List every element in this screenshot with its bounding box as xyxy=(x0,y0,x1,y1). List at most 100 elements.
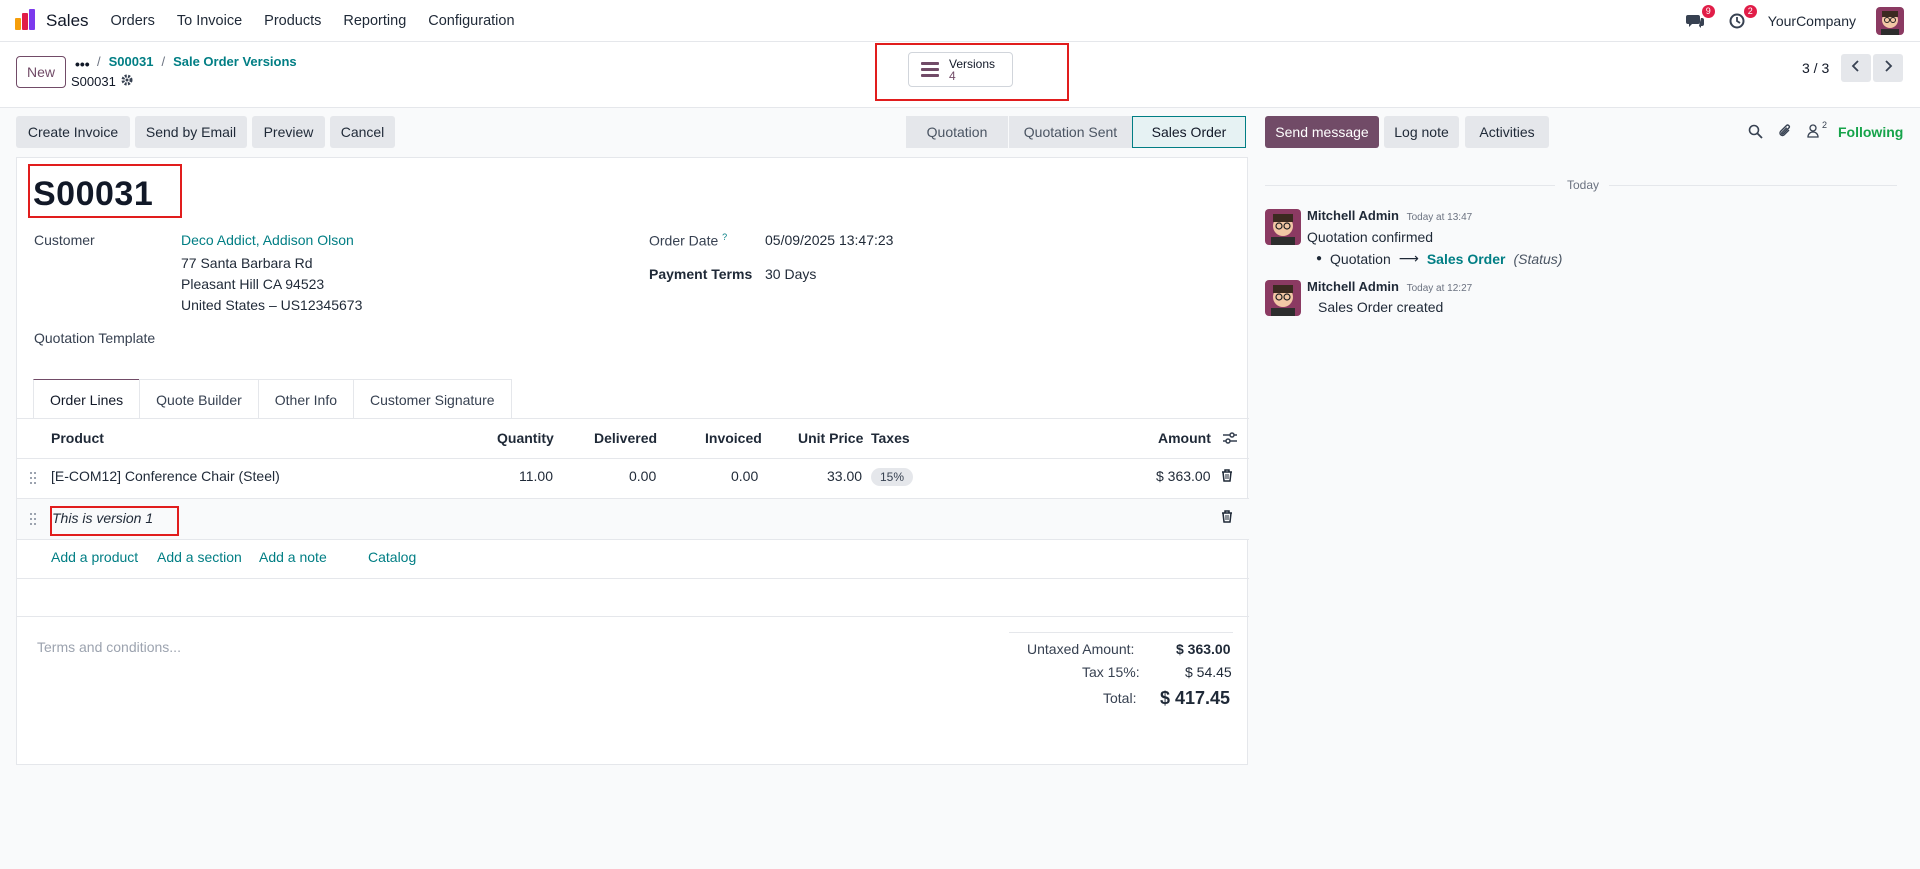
customer-link[interactable]: Deco Addict, Addison Olson xyxy=(181,232,354,248)
create-invoice-button[interactable]: Create Invoice xyxy=(16,116,130,148)
breadcrumb-dots[interactable]: ••• xyxy=(75,56,90,72)
tax-tag[interactable]: 15% xyxy=(871,468,914,486)
author-avatar[interactable] xyxy=(1265,280,1301,316)
versions-label: Versions xyxy=(949,56,996,71)
help-tooltip-icon[interactable]: ? xyxy=(722,232,727,242)
line-unit-price[interactable]: 33.00 xyxy=(827,468,862,484)
column-amount[interactable]: Amount xyxy=(1158,430,1211,446)
column-product[interactable]: Product xyxy=(51,430,104,446)
drag-handle-icon[interactable] xyxy=(30,472,38,486)
top-navbar: Sales Orders To Invoice Products Reporti… xyxy=(0,0,1920,42)
status-bar: Quotation Quotation Sent Sales Order xyxy=(906,116,1246,148)
menu-configuration[interactable]: Configuration xyxy=(428,13,514,29)
send-by-email-button[interactable]: Send by Email xyxy=(135,116,247,148)
line-invoiced[interactable]: 0.00 xyxy=(731,468,758,484)
pager-value[interactable]: 3 / 3 xyxy=(1802,60,1829,76)
log-note-button[interactable]: Log note xyxy=(1384,116,1459,148)
tab-order-lines[interactable]: Order Lines xyxy=(33,379,141,419)
trash-icon[interactable] xyxy=(1221,469,1233,482)
column-quantity[interactable]: Quantity xyxy=(497,430,554,446)
order-date-value[interactable]: 05/09/2025 13:47:23 xyxy=(765,232,893,248)
tab-other-info[interactable]: Other Info xyxy=(257,379,355,419)
message-author-name[interactable]: Mitchell Admin xyxy=(1307,208,1399,223)
search-icon[interactable] xyxy=(1748,124,1763,142)
tax-value: $ 54.45 xyxy=(1185,664,1232,680)
column-unit-price[interactable]: Unit Price xyxy=(798,430,863,446)
address-line-2: Pleasant Hill CA 94523 xyxy=(181,276,325,292)
add-section-link[interactable]: Add a section xyxy=(157,549,242,565)
message-author[interactable]: Mitchell Admin Today at 13:47 xyxy=(1307,208,1472,223)
column-settings-icon[interactable] xyxy=(1223,431,1237,447)
catalog-link[interactable]: Catalog xyxy=(368,549,416,565)
total-label: Total: xyxy=(1103,690,1137,706)
stage-quotation-sent[interactable]: Quotation Sent xyxy=(1008,116,1132,148)
menu-to-invoice[interactable]: To Invoice xyxy=(177,13,242,29)
row-divider xyxy=(17,539,1249,540)
quotation-template-label: Quotation Template xyxy=(34,330,156,346)
user-avatar[interactable] xyxy=(1876,7,1904,35)
pager-previous-button[interactable] xyxy=(1841,54,1871,82)
drag-handle-icon[interactable] xyxy=(30,513,38,527)
row-divider xyxy=(17,458,1249,459)
app-name[interactable]: Sales xyxy=(46,11,89,31)
pager-next-button[interactable] xyxy=(1873,54,1903,82)
bullet-icon: ● xyxy=(1316,253,1323,264)
message-body: Quotation confirmed xyxy=(1307,229,1434,245)
payment-terms-label: Payment Terms xyxy=(649,266,753,282)
untaxed-amount-label: Untaxed Amount: xyxy=(1027,641,1135,657)
menu-icon xyxy=(921,62,939,77)
new-button[interactable]: New xyxy=(16,56,66,88)
menu-orders[interactable]: Orders xyxy=(111,13,155,29)
breadcrumb-separator: / xyxy=(97,54,101,69)
tab-customer-signature[interactable]: Customer Signature xyxy=(353,379,512,419)
menu-products[interactable]: Products xyxy=(264,13,321,29)
tab-quote-builder[interactable]: Quote Builder xyxy=(139,379,259,419)
activities-clock-icon[interactable]: 2 xyxy=(1726,5,1757,32)
versions-count: 4 xyxy=(949,68,956,83)
breadcrumb-order[interactable]: S00031 xyxy=(109,54,154,69)
followers-button[interactable]: 2 xyxy=(1807,120,1827,141)
form-sheet: S00031 Customer Deco Addict, Addison Ols… xyxy=(16,157,1249,765)
menu-reporting[interactable]: Reporting xyxy=(343,13,406,29)
date-divider-left xyxy=(1265,185,1555,186)
versions-button[interactable]: Versions 4 xyxy=(908,52,1013,87)
column-taxes[interactable]: Taxes xyxy=(871,430,910,446)
add-product-link[interactable]: Add a product xyxy=(51,549,138,565)
sales-app-icon[interactable] xyxy=(14,8,38,33)
breadcrumb: / S00031 / Sale Order Versions xyxy=(97,54,297,69)
trash-icon[interactable] xyxy=(1221,510,1233,523)
following-toggle[interactable]: Following xyxy=(1838,124,1903,140)
breadcrumb-versions[interactable]: Sale Order Versions xyxy=(173,54,297,69)
paperclip-icon[interactable] xyxy=(1778,123,1792,142)
send-message-button[interactable]: Send message xyxy=(1265,116,1379,148)
activities-button[interactable]: Activities xyxy=(1465,116,1549,148)
note-row[interactable] xyxy=(17,499,1249,539)
customer-label: Customer xyxy=(34,232,95,248)
payment-terms-value[interactable]: 30 Days xyxy=(765,266,816,282)
stage-quotation[interactable]: Quotation xyxy=(906,116,1008,148)
stage-sales-order[interactable]: Sales Order xyxy=(1132,116,1246,148)
add-note-link[interactable]: Add a note xyxy=(259,549,327,565)
line-quantity[interactable]: 11.00 xyxy=(519,468,553,484)
messages-icon[interactable]: 9 xyxy=(1684,5,1715,32)
tracking-change: ● Quotation ⟶ Sales Order (Status) xyxy=(1316,250,1562,267)
terms-input[interactable]: Terms and conditions... xyxy=(37,639,181,655)
messages-badge: 9 xyxy=(1701,5,1715,18)
order-title: S00031 xyxy=(33,175,154,213)
column-delivered[interactable]: Delivered xyxy=(594,430,657,446)
author-avatar[interactable] xyxy=(1265,209,1301,245)
preview-button[interactable]: Preview xyxy=(252,116,325,148)
followers-count: 2 xyxy=(1822,120,1828,130)
line-product[interactable]: [E-COM12] Conference Chair (Steel) xyxy=(51,468,280,484)
note-line-text[interactable]: This is version 1 xyxy=(52,510,153,526)
message-author-name[interactable]: Mitchell Admin xyxy=(1307,279,1399,294)
date-divider-right xyxy=(1609,185,1897,186)
cancel-button[interactable]: Cancel xyxy=(330,116,395,148)
column-invoiced[interactable]: Invoiced xyxy=(705,430,762,446)
gear-icon[interactable] xyxy=(121,74,133,89)
order-date-label: Order Date ? xyxy=(649,232,727,249)
message-body: Sales Order created xyxy=(1318,299,1444,315)
line-delivered[interactable]: 0.00 xyxy=(629,468,656,484)
message-author[interactable]: Mitchell Admin Today at 12:27 xyxy=(1307,279,1472,294)
company-switcher[interactable]: YourCompany xyxy=(1768,13,1856,29)
